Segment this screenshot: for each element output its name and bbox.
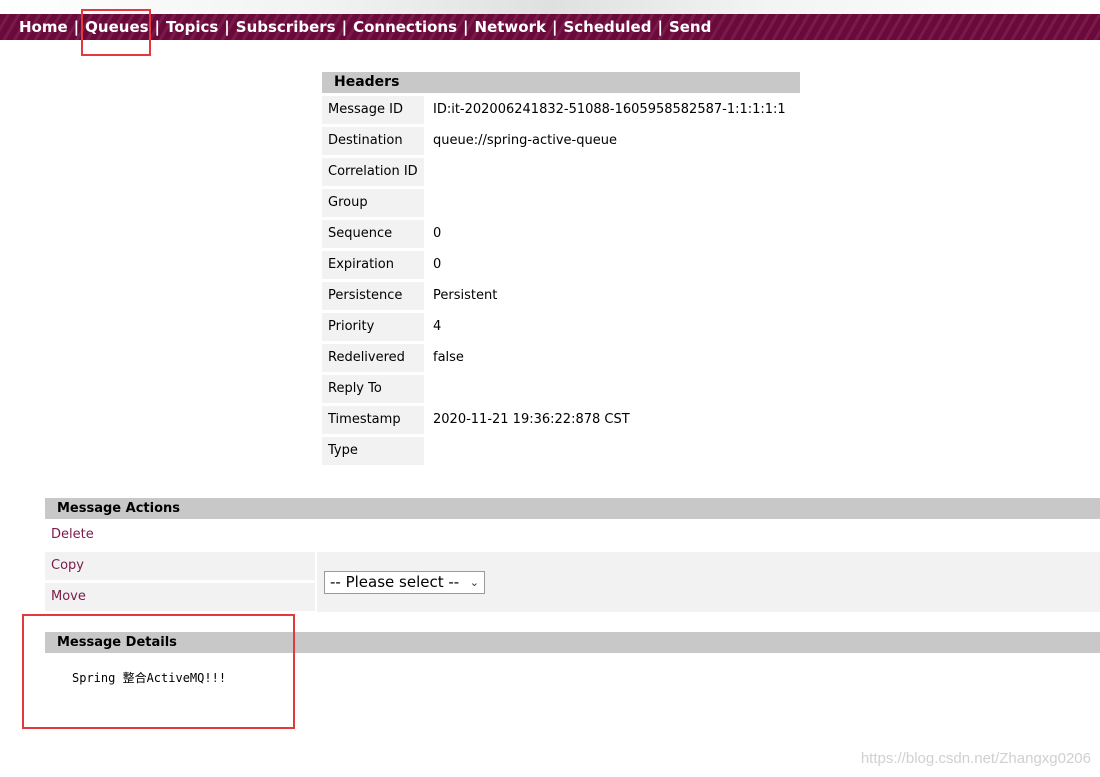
header-row-redelivered: Redelivered false: [322, 344, 464, 372]
header-value: false: [433, 350, 464, 365]
nav-separator: |: [463, 18, 469, 36]
header-value: 4: [433, 319, 442, 334]
header-row-expiration: Expiration 0: [322, 251, 441, 279]
header-value: [424, 375, 433, 403]
nav-separator: |: [73, 18, 80, 36]
main-navigation: Home | Queues | Topics | Subscribers | C…: [0, 14, 1100, 40]
header-row-group: Group: [322, 189, 433, 217]
header-label: Destination: [322, 127, 424, 155]
header-label: Sequence: [322, 220, 424, 248]
header-row-priority: Priority 4: [322, 313, 441, 341]
header-row-sequence: Sequence 0: [322, 220, 441, 248]
nav-topics[interactable]: Topics: [166, 18, 218, 36]
header-decoration: [0, 0, 1100, 14]
delete-link[interactable]: Delete: [45, 521, 315, 549]
nav-network[interactable]: Network: [475, 18, 546, 36]
header-label: Timestamp: [322, 406, 424, 434]
message-actions-title: Message Actions: [45, 498, 1100, 519]
header-value: 2020-11-21 19:36:22:878 CST: [433, 412, 630, 427]
header-label: Type: [322, 437, 424, 465]
nav-separator: |: [551, 18, 558, 36]
chevron-down-icon: ⌄: [469, 576, 479, 589]
destination-select-cell: -- Please select -- ⌄: [317, 552, 1100, 612]
header-value: Persistent: [433, 288, 498, 303]
header-value: [424, 437, 433, 465]
copy-link[interactable]: Copy: [45, 552, 315, 580]
destination-select[interactable]: -- Please select -- ⌄: [324, 571, 485, 594]
nav-subscribers[interactable]: Subscribers: [236, 18, 336, 36]
header-label: Expiration: [322, 251, 424, 279]
header-row-reply-to: Reply To: [322, 375, 433, 403]
move-link[interactable]: Move: [45, 583, 315, 611]
header-value: queue://spring-active-queue: [433, 133, 617, 148]
nav-connections[interactable]: Connections: [353, 18, 457, 36]
header-label: Group: [322, 189, 424, 217]
header-value: ID:it-202006241832-51088-1605958582587-1…: [433, 102, 786, 117]
header-row-destination: Destination queue://spring-active-queue: [322, 127, 617, 155]
header-label: Persistence: [322, 282, 424, 310]
header-row-type: Type: [322, 437, 433, 465]
header-value: [424, 189, 433, 217]
nav-separator: |: [224, 18, 230, 36]
nav-separator: |: [341, 18, 348, 36]
destination-select-value: -- Please select --: [330, 573, 460, 591]
header-value: 0: [433, 257, 442, 272]
header-label: Redelivered: [322, 344, 424, 372]
header-row-persistence: Persistence Persistent: [322, 282, 497, 310]
header-value: 0: [433, 226, 442, 241]
header-label: Reply To: [322, 375, 424, 403]
nav-home[interactable]: Home: [19, 18, 68, 36]
header-label: Priority: [322, 313, 424, 341]
header-label: Message ID: [322, 96, 424, 124]
annotation-highlight-details: [22, 614, 295, 729]
nav-separator: |: [154, 18, 161, 36]
nav-send[interactable]: Send: [669, 18, 711, 36]
nav-scheduled[interactable]: Scheduled: [563, 18, 651, 36]
header-row-correlation-id: Correlation ID: [322, 158, 433, 186]
header-row-message-id: Message ID ID:it-202006241832-51088-1605…: [322, 96, 786, 124]
headers-section-title: Headers: [322, 72, 800, 93]
annotation-highlight-queues: [81, 9, 151, 56]
header-value: [424, 158, 433, 186]
watermark: https://blog.csdn.net/Zhangxg0206: [860, 750, 1091, 767]
header-row-timestamp: Timestamp 2020-11-21 19:36:22:878 CST: [322, 406, 630, 434]
header-label: Correlation ID: [322, 158, 424, 186]
nav-separator: |: [657, 18, 663, 36]
